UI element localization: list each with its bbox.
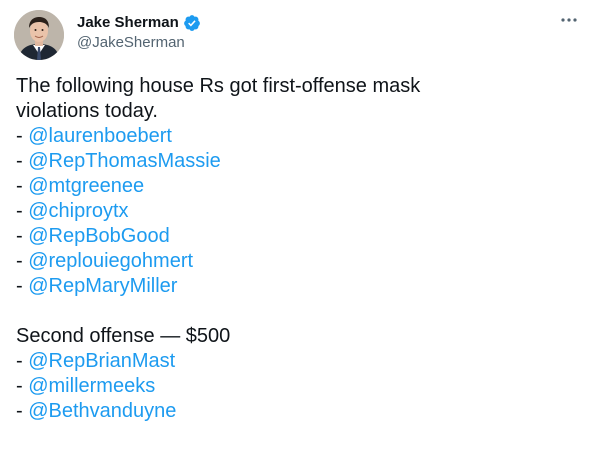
second-offense-list: - @RepBrianMast - @millermeeks - @Bethvand… <box>16 349 576 424</box>
more-options-icon[interactable] <box>557 8 581 32</box>
first-offense-list: - @laurenboebert - @RepThomasMassie - @mtg… <box>16 124 576 299</box>
mention-list-item: - @Bethvanduyne <box>16 399 576 424</box>
mention-list-item: - @RepMaryMiller <box>16 274 576 299</box>
tweet-intro-line: violations today. <box>16 100 158 122</box>
list-bullet: - <box>16 225 29 247</box>
mention-list-item: - @replouiegohmert <box>16 249 576 274</box>
mention-link[interactable]: @chiproytx <box>28 200 128 222</box>
author-handle[interactable]: @JakeSherman <box>77 33 185 53</box>
mention-list-item: - @laurenboebert <box>16 124 576 149</box>
mention-link[interactable]: @RepThomasMassie <box>28 150 221 172</box>
mention-link[interactable]: @RepBrianMast <box>28 350 175 372</box>
list-bullet: - <box>16 400 29 422</box>
list-bullet: - <box>16 125 29 147</box>
mention-list-item: - @RepThomasMassie <box>16 149 576 174</box>
list-bullet: - <box>16 175 29 197</box>
mention-list-item: - @chiproytx <box>16 199 576 224</box>
mention-link[interactable]: @Bethvanduyne <box>28 400 176 422</box>
tweet-card: Jake Sherman @JakeSherman The following … <box>0 0 597 473</box>
mention-list-item: - @millermeeks <box>16 374 576 399</box>
list-bullet: - <box>16 250 29 272</box>
mention-link[interactable]: @RepBobGood <box>28 225 170 247</box>
author-name-row: Jake Sherman <box>77 13 201 33</box>
mention-link[interactable]: @millermeeks <box>28 375 155 397</box>
tweet-intro-line: The following house Rs got first-offense… <box>16 75 421 97</box>
list-bullet: - <box>16 150 29 172</box>
mention-list-item: - @RepBrianMast <box>16 349 576 374</box>
list-bullet: - <box>16 350 29 372</box>
list-bullet: - <box>16 275 29 297</box>
list-bullet: - <box>16 375 29 397</box>
author-display-name[interactable]: Jake Sherman <box>77 13 179 33</box>
tweet-text: The following house Rs got first-offense… <box>16 74 576 424</box>
list-bullet: - <box>16 200 29 222</box>
avatar[interactable] <box>14 10 64 60</box>
mention-link[interactable]: @mtgreenee <box>28 175 144 197</box>
mention-link[interactable]: @laurenboebert <box>28 125 172 147</box>
mention-list-item: - @mtgreenee <box>16 174 576 199</box>
mention-link[interactable]: @replouiegohmert <box>28 250 193 272</box>
mention-link[interactable]: @RepMaryMiller <box>28 275 177 297</box>
mention-list-item: - @RepBobGood <box>16 224 576 249</box>
verified-badge-icon <box>183 14 201 32</box>
second-offense-heading: Second offense — $500 <box>16 325 231 347</box>
